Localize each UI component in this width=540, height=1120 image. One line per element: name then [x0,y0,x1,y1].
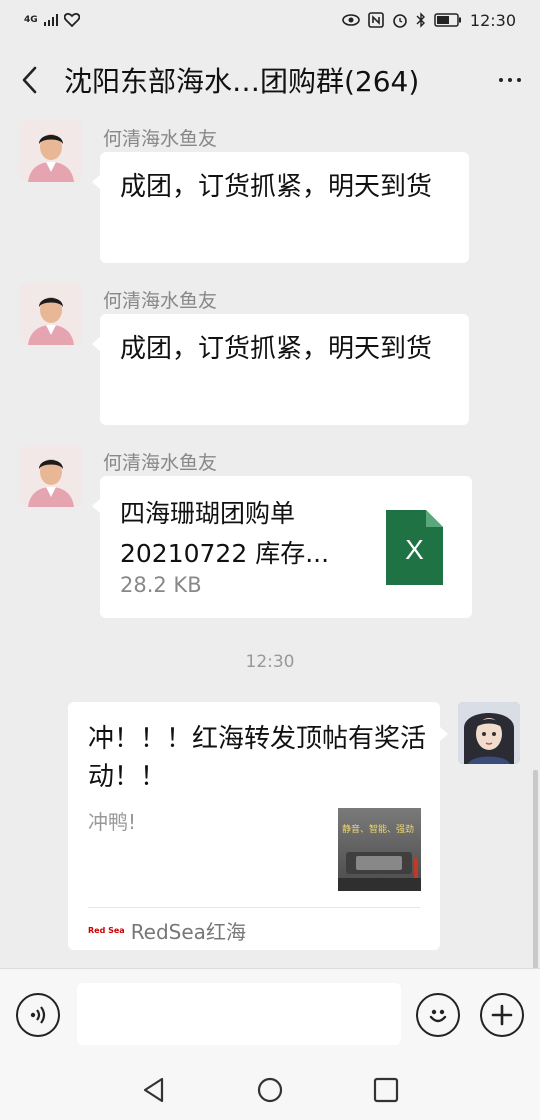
voice-button[interactable] [16,993,60,1037]
card-divider [88,907,420,908]
card-source: Red Sea RedSea红海 [88,916,246,945]
more-dot-icon [517,78,521,82]
system-nav-bar [0,1060,540,1120]
sender-name: 何清海水鱼友 [103,290,218,312]
heart-icon [63,13,80,27]
smiley-icon [429,1009,447,1023]
status-time: 12:30 [469,10,516,30]
my-avatar[interactable] [458,702,520,764]
avatar-image [458,702,520,764]
status-bar: 4G 12:30 [0,0,540,40]
file-name: 四海珊瑚团购单20210722 库存... [120,499,330,568]
back-triangle-icon[interactable] [140,1076,168,1104]
card-description: 冲鸭! [88,810,137,834]
battery-icon [434,13,461,27]
avatar[interactable] [20,283,82,345]
redsea-logo-icon: Red Sea [88,926,125,935]
alarm-icon [393,14,407,28]
file-size: 28.2 KB [120,573,202,597]
emoji-button[interactable] [416,993,460,1037]
avatar[interactable] [20,120,82,182]
sender-name: 何清海水鱼友 [103,128,218,150]
bluetooth-icon [416,12,425,28]
file-message-bubble[interactable]: 四海珊瑚团购单20210722 库存... 28.2 KB X [92,476,472,618]
network-type: 4G [24,14,38,25]
message-text: 成团，订货抓紧，明天到货 [120,172,433,202]
sender-name: 何清海水鱼友 [103,452,218,474]
back-arrow-icon [22,66,37,94]
status-left: 4G [24,13,80,27]
home-circle-icon[interactable] [256,1076,284,1104]
more-button[interactable] [480,40,540,120]
pump-image [338,852,421,891]
chat-title: 沈阳东部海水…团购群(264) [64,65,420,98]
card-title: 冲！！！红海转发顶帖有奖活动！！ [88,724,427,792]
avatar[interactable] [20,445,82,507]
link-card-bubble[interactable]: 冲！！！红海转发顶帖有奖活动！！ 冲鸭! 静音、智能、强劲 Red Sea Re… [68,702,448,950]
back-button[interactable] [0,40,60,120]
card-source-name: RedSea红海 [130,920,246,944]
recents-square-icon[interactable] [372,1076,400,1104]
card-thumbnail: 静音、智能、强劲 [338,808,421,891]
message-timestamp: 12:30 [245,652,295,672]
input-bar [0,968,540,1060]
excel-letter: X [405,534,424,565]
avatar-image [20,120,82,182]
chat-header: 沈阳东部海水…团购群(264) [0,40,540,120]
message-input[interactable] [77,983,401,1045]
plus-icon [491,1004,513,1026]
more-dot-icon [508,78,512,82]
more-dot-icon [499,78,503,82]
status-right: 12:30 [342,11,516,30]
message-bubble[interactable]: 成团，订货抓紧，明天到货 [92,152,469,263]
scrollbar[interactable] [533,770,538,970]
message-text: 成团，订货抓紧，明天到货 [120,334,433,364]
add-button[interactable] [480,993,524,1037]
signal-icon [43,14,58,26]
message-bubble[interactable]: 成团，订货抓紧，明天到货 [92,314,469,425]
eye-icon [342,14,360,26]
avatar-image [20,283,82,345]
voice-icon [30,1006,46,1024]
avatar-image [20,445,82,507]
nfc-icon [368,12,384,28]
